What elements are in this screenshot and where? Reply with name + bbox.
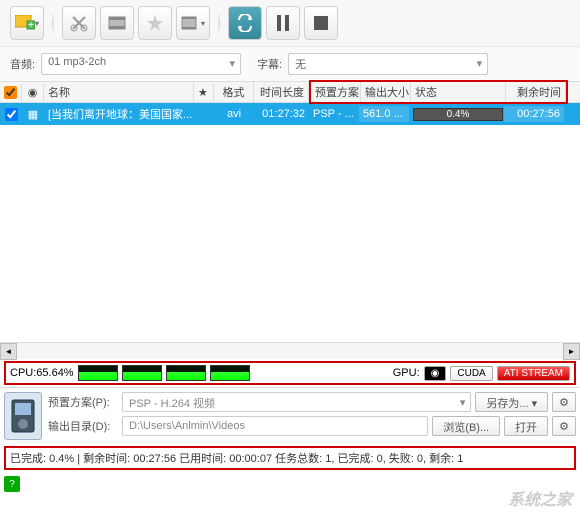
row-name: [当我们离开地球：美国国家...	[44, 104, 194, 124]
cuda-badge[interactable]: CUDA	[450, 366, 492, 381]
output-dir-input[interactable]	[122, 416, 428, 436]
output-settings-button[interactable]: ⚙	[552, 416, 576, 436]
col-format[interactable]: 格式	[214, 82, 254, 102]
col-size[interactable]: 输出大小	[361, 82, 411, 102]
list-area: ◄ ►	[0, 125, 580, 359]
scroll-track[interactable]	[17, 343, 563, 359]
row-checkbox[interactable]	[5, 108, 18, 121]
row-preset: PSP - ...	[309, 106, 359, 122]
stream-selectors: 音频: 01 mp3-2ch 字幕: 无	[0, 47, 580, 81]
cpu-graph-4	[210, 365, 250, 381]
device-icon	[4, 392, 42, 440]
scroll-left-button[interactable]: ◄	[0, 343, 17, 360]
col-star[interactable]: ★	[194, 84, 214, 101]
ati-badge[interactable]: ATI STREAM	[497, 366, 570, 381]
row-remain: 00:27:56	[504, 106, 564, 122]
star-button[interactable]	[138, 6, 172, 40]
preset-select[interactable]: PSP - H.264 视频	[122, 392, 471, 412]
scroll-right-button[interactable]: ►	[563, 343, 580, 360]
col-duration[interactable]: 时间长度	[254, 82, 309, 102]
footer: ?	[0, 472, 580, 496]
open-button[interactable]: 打开	[504, 416, 548, 436]
cpu-gpu-bar: CPU:65.64% GPU: ◉ CUDA ATI STREAM	[4, 361, 576, 385]
preset-settings-button[interactable]: ⚙	[552, 392, 576, 412]
table-header: ◉ 名称 ★ 格式 时间长度 预置方案 输出大小 状态 剩余时间	[0, 81, 580, 103]
row-duration: 01:27:32	[254, 106, 309, 122]
help-icon[interactable]: ?	[4, 476, 20, 492]
col-type-icon: ◉	[22, 84, 44, 101]
output-dir-label: 输出目录(D):	[48, 418, 118, 434]
row-star	[194, 112, 214, 116]
col-preset[interactable]: 预置方案	[311, 82, 361, 102]
cpu-label: CPU:65.64%	[10, 367, 74, 379]
pause-button[interactable]	[266, 6, 300, 40]
cpu-graph-2	[122, 365, 162, 381]
cpu-graph-1	[78, 365, 118, 381]
cut-button[interactable]	[62, 6, 96, 40]
film-icon: ▦	[22, 106, 44, 123]
preset-label: 预置方案(P):	[48, 394, 118, 410]
col-name[interactable]: 名称	[44, 82, 194, 102]
col-status[interactable]: 状态	[411, 82, 506, 102]
output-columns-highlight: 预置方案 输出大小 状态 剩余时间	[309, 80, 568, 104]
row-status: 0.4%	[409, 106, 504, 123]
subtitle-select[interactable]: 无	[288, 53, 488, 75]
col-check[interactable]	[0, 84, 22, 101]
horizontal-scrollbar[interactable]: ◄ ►	[0, 342, 580, 359]
add-media-button[interactable]: +▾	[10, 6, 44, 40]
save-as-button[interactable]: 另存为... ▾	[475, 392, 548, 412]
output-panel: 预置方案(P): PSP - H.264 视频 另存为... ▾ ⚙ 输出目录(…	[0, 387, 580, 444]
cpu-graph-3	[166, 365, 206, 381]
nvidia-icon: ◉	[424, 366, 447, 381]
audio-select[interactable]: 01 mp3-2ch	[41, 53, 241, 75]
gpu-label: GPU:	[393, 367, 420, 379]
svg-text:+: +	[28, 19, 34, 31]
settings-button[interactable]: ▾	[176, 6, 210, 40]
convert-button[interactable]	[228, 6, 262, 40]
main-toolbar: +▾ ▾	[0, 0, 580, 47]
row-size: 561.0 ...	[359, 106, 409, 122]
subtitle-label: 字幕:	[257, 56, 282, 72]
row-format: avi	[214, 106, 254, 122]
status-text: 已完成: 0.4% | 剩余时间: 00:27:56 已用时间: 00:00:0…	[10, 450, 463, 466]
stop-button[interactable]	[304, 6, 338, 40]
status-bar: 已完成: 0.4% | 剩余时间: 00:27:56 已用时间: 00:00:0…	[4, 446, 576, 470]
table-row[interactable]: ▦ [当我们离开地球：美国国家... avi 01:27:32 PSP - ..…	[0, 103, 580, 125]
audio-label: 音频:	[10, 56, 35, 72]
merge-button[interactable]	[100, 6, 134, 40]
col-remain[interactable]: 剩余时间	[506, 82, 566, 102]
browse-button[interactable]: 浏览(B)...	[432, 416, 500, 436]
